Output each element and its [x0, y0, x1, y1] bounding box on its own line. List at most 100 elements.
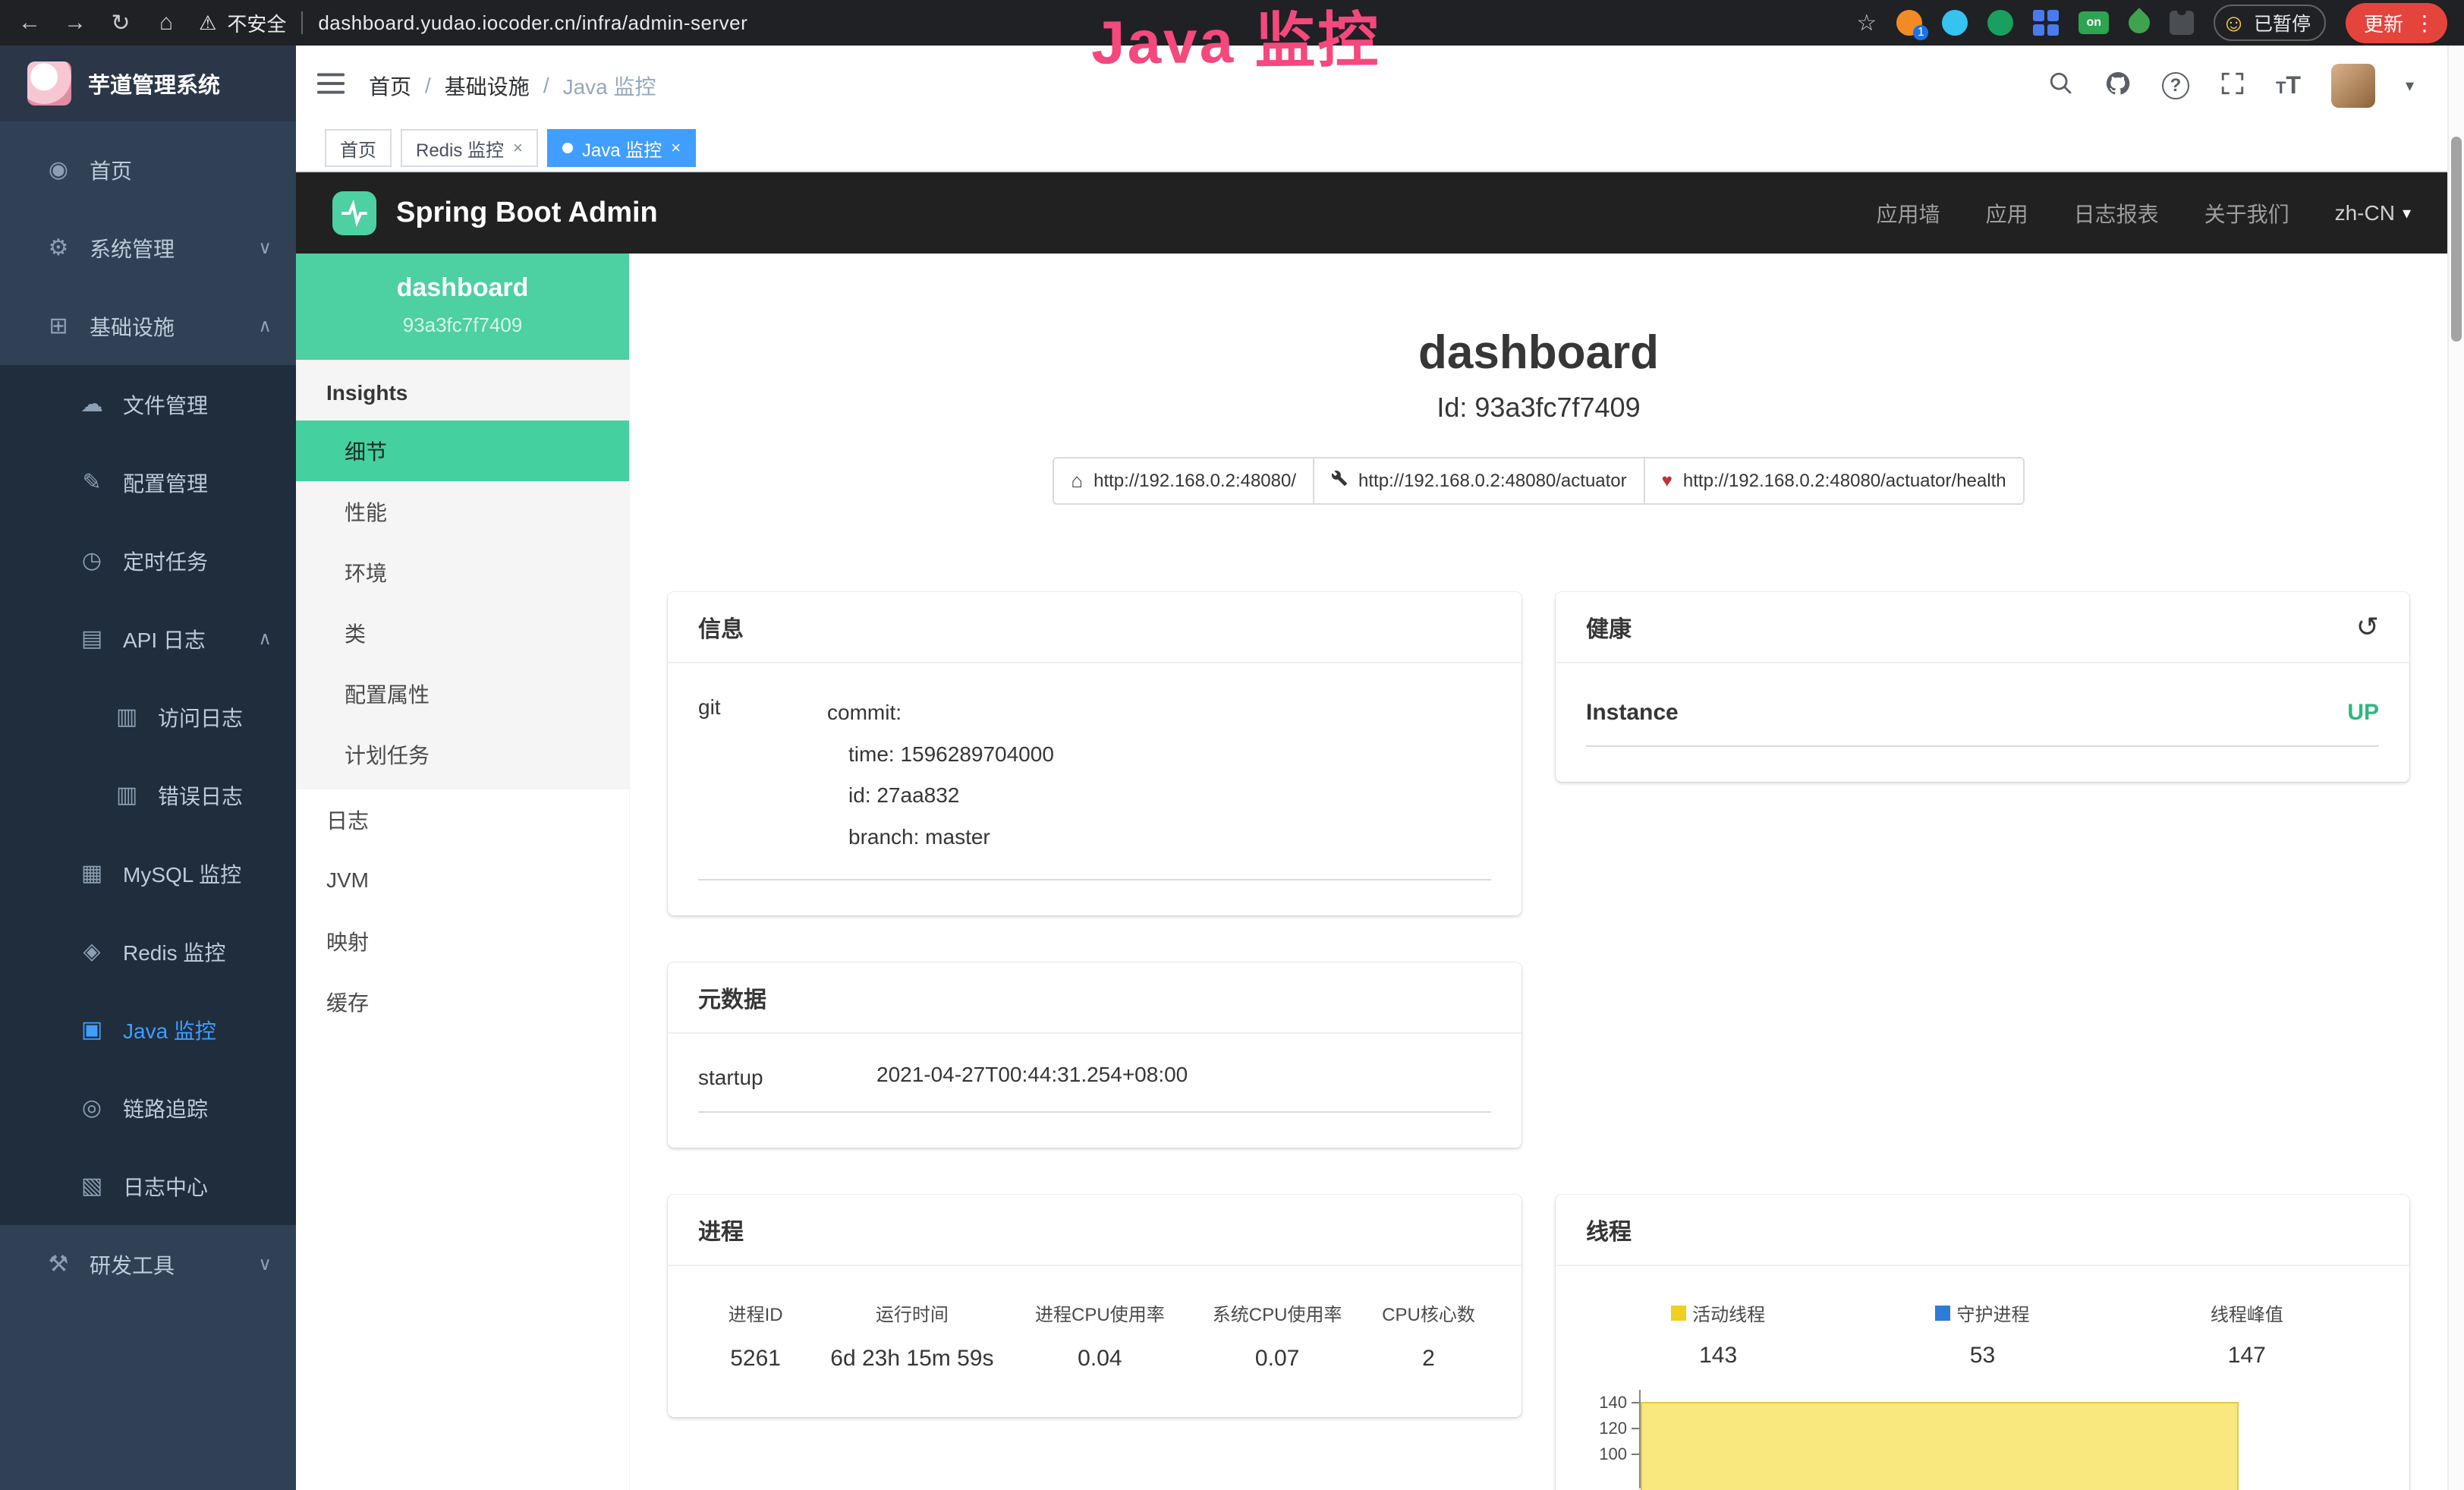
- sidebar-item-config-mgmt[interactable]: ✎ 配置管理: [0, 443, 296, 521]
- sba-menu-classes[interactable]: 类: [296, 603, 629, 663]
- service-url-button[interactable]: ⌂ http://192.168.0.2:48080/: [1053, 457, 1314, 505]
- sba-nav-applications[interactable]: 应用: [1986, 198, 2028, 228]
- log-center-icon: ▧: [77, 1173, 106, 1199]
- extension-icon-puzzle[interactable]: [2170, 11, 2194, 35]
- sidebar-item-label: 链路追踪: [123, 1093, 208, 1123]
- address-bar[interactable]: ⚠ 不安全 dashboard.yudao.iocoder.cn/infra/a…: [199, 9, 747, 37]
- sidebar-item-scheduled-jobs[interactable]: ◷ 定时任务: [0, 521, 296, 600]
- sba-menu-performance[interactable]: 性能: [296, 481, 629, 542]
- sidebar-item-access-logs[interactable]: ▥ 访问日志: [0, 678, 296, 756]
- sidebar-item-error-logs[interactable]: ▥ 错误日志: [0, 756, 296, 834]
- sba-menu-details[interactable]: 细节: [296, 421, 629, 481]
- profile-paused-badge[interactable]: ☺ 已暂停: [2214, 5, 2326, 41]
- database-icon: ▦: [77, 860, 106, 887]
- link-label: http://192.168.0.2:48080/actuator/health: [1683, 471, 2006, 492]
- home-icon[interactable]: ⌂: [153, 10, 179, 36]
- sidebar-item-label: 配置管理: [123, 468, 208, 498]
- extension-icon-on-toggle[interactable]: on: [2079, 11, 2109, 34]
- sba-menu-logs[interactable]: 日志: [296, 789, 629, 850]
- extension-icon-drop[interactable]: [1942, 10, 1968, 36]
- close-icon[interactable]: ×: [513, 138, 523, 158]
- breadcrumb-home[interactable]: 首页: [369, 71, 411, 101]
- threads-card-header: 线程: [1556, 1195, 2409, 1266]
- extension-icon-grid[interactable]: [2033, 10, 2059, 36]
- navbar-actions: ? TT ▾: [2048, 64, 2426, 108]
- column-header: 进程CPU使用率: [1012, 1299, 1189, 1326]
- sba-menu-scheduled-tasks[interactable]: 计划任务: [296, 724, 629, 785]
- forward-icon[interactable]: →: [62, 10, 88, 36]
- legend-swatch-blue: [1935, 1306, 1950, 1321]
- sba-nav-wallboard[interactable]: 应用墙: [1877, 198, 1940, 228]
- card-title: 健康: [1586, 610, 1632, 644]
- sidebar-item-api-logs[interactable]: ▤ API 日志 ∧: [0, 600, 296, 678]
- metadata-value: 2021-04-27T00:44:31.254+08:00: [876, 1063, 1188, 1090]
- bookmark-star-icon[interactable]: ☆: [1856, 10, 1877, 36]
- sba-app-header[interactable]: dashboard 93a3fc7f7409: [296, 254, 629, 360]
- window-scrollbar[interactable]: [2447, 46, 2464, 1490]
- sidebar-item-log-center[interactable]: ▧ 日志中心: [0, 1147, 296, 1225]
- sba-content: dashboard Id: 93a3fc7f7409 ⌂ http://192.…: [630, 254, 2447, 1490]
- browser-menu-icon[interactable]: ⋮: [2414, 11, 2435, 36]
- github-icon[interactable]: [2104, 70, 2132, 101]
- live-threads-value: 143: [1586, 1343, 1850, 1369]
- chevron-down-icon: ▾: [2403, 203, 2411, 223]
- sidebar-item-trace[interactable]: ◎ 链路追踪: [0, 1069, 296, 1147]
- sidebar-item-infrastructure[interactable]: ⊞ 基础设施 ∧: [0, 287, 296, 365]
- actuator-url-button[interactable]: http://192.168.0.2:48080/actuator: [1313, 457, 1645, 505]
- refresh-icon[interactable]: ↻: [108, 10, 134, 36]
- extension-icon-orange[interactable]: 1: [1896, 10, 1922, 36]
- sba-menu-jvm[interactable]: JVM: [296, 850, 629, 911]
- process-table: 进程ID 运行时间 进程CPU使用率 系统CPU使用率 CPU核心数 5261 …: [698, 1295, 1491, 1382]
- hamburger-icon[interactable]: [317, 72, 345, 99]
- user-avatar[interactable]: [2331, 64, 2375, 108]
- git-commit-id: id: 27aa832: [827, 775, 1491, 817]
- tab-label: Redis 监控: [416, 135, 504, 162]
- health-url-button[interactable]: ♥ http://192.168.0.2:48080/actuator/heal…: [1644, 457, 2025, 505]
- history-icon[interactable]: ↺: [2356, 611, 2379, 643]
- sba-nav-journal[interactable]: 日志报表: [2074, 198, 2159, 228]
- link-label: http://192.168.0.2:48080/actuator: [1358, 471, 1627, 492]
- instance-label[interactable]: Instance: [1586, 700, 1679, 726]
- scrollbar-thumb[interactable]: [2451, 137, 2462, 342]
- fullscreen-icon[interactable]: [2220, 71, 2245, 100]
- tab-java-monitor[interactable]: Java 监控 ×: [547, 129, 696, 167]
- close-icon[interactable]: ×: [671, 138, 681, 158]
- sba-menu-environment[interactable]: 环境: [296, 542, 629, 603]
- sidebar-item-file-mgmt[interactable]: ☁ 文件管理: [0, 365, 296, 443]
- security-warning-label: 不安全: [227, 9, 286, 37]
- help-icon[interactable]: ?: [2162, 72, 2189, 99]
- health-card: 健康 ↺ Instance UP: [1556, 592, 2409, 782]
- font-size-icon[interactable]: TT: [2276, 71, 2301, 99]
- chrome-update-button[interactable]: 更新 ⋮: [2346, 3, 2447, 43]
- sidebar-item-label: 文件管理: [123, 389, 208, 420]
- sidebar-item-home[interactable]: ◉ 首页: [0, 131, 296, 209]
- app-logo-row[interactable]: 芋道管理系统: [0, 46, 296, 121]
- sidebar-menu: ◉ 首页 ⚙ 系统管理 ∨ ⊞ 基础设施 ∧ ☁ 文件管理 ✎ 配置管理 ◷ 定…: [0, 121, 296, 1303]
- sba-menu-caches[interactable]: 缓存: [296, 972, 629, 1032]
- sba-brand[interactable]: Spring Boot Admin: [332, 191, 658, 235]
- sba-nav-about[interactable]: 关于我们: [2204, 198, 2289, 228]
- sidebar-item-redis-monitor[interactable]: ◈ Redis 监控: [0, 912, 296, 991]
- sba-menu-config-props[interactable]: 配置属性: [296, 663, 629, 724]
- annotation-text: Java 监控: [1091, 0, 1381, 82]
- sidebar-item-label: 访问日志: [158, 702, 243, 732]
- chevron-down-icon: ∨: [258, 237, 272, 259]
- back-icon[interactable]: ←: [17, 10, 42, 36]
- sidebar-item-label: 系统管理: [90, 233, 175, 263]
- sba-brand-title: Spring Boot Admin: [396, 197, 658, 229]
- extension-icon-green-circle[interactable]: [1987, 10, 2013, 36]
- sidebar-item-mysql-monitor[interactable]: ▦ MySQL 监控: [0, 834, 296, 912]
- sidebar-item-dev-tools[interactable]: ⚒ 研发工具 ∨: [0, 1225, 296, 1303]
- tab-home[interactable]: 首页: [325, 129, 392, 167]
- avatar-caret-icon[interactable]: ▾: [2406, 76, 2414, 96]
- sba-language-select[interactable]: zh-CN ▾: [2335, 201, 2411, 225]
- sidebar-item-system-mgmt[interactable]: ⚙ 系统管理 ∨: [0, 209, 296, 287]
- sidebar-item-java-monitor[interactable]: ▣ Java 监控: [0, 991, 296, 1069]
- breadcrumb-infrastructure[interactable]: 基础设施: [445, 71, 530, 101]
- tab-redis-monitor[interactable]: Redis 监控 ×: [401, 129, 538, 167]
- search-icon[interactable]: [2048, 71, 2074, 100]
- sba-menu-mappings[interactable]: 映射: [296, 911, 629, 972]
- extension-icon-leaf[interactable]: [2124, 8, 2154, 38]
- sba-menu-label: 性能: [345, 496, 387, 527]
- infrastructure-icon: ⊞: [44, 313, 73, 339]
